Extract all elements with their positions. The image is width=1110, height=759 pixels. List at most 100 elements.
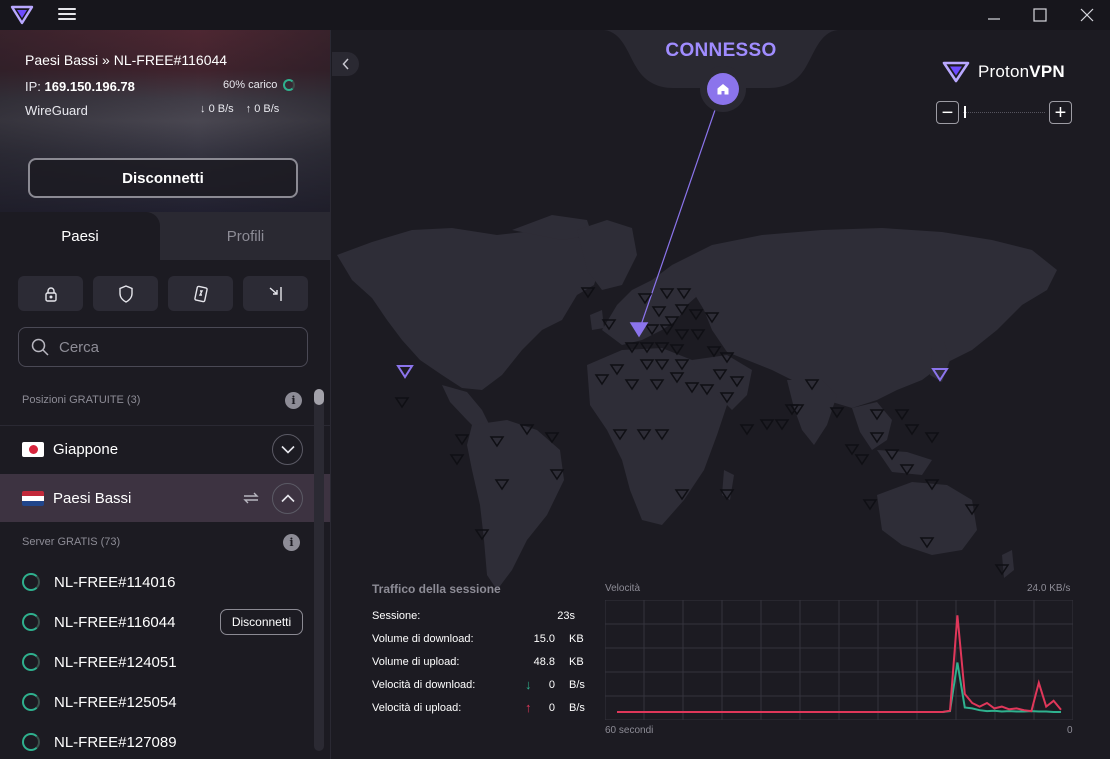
country-name: Paesi Bassi: [53, 489, 132, 507]
tab-profiles[interactable]: Profili: [160, 212, 330, 260]
stat-unit: KB: [569, 633, 584, 645]
arrow-to-bar-icon: [269, 286, 282, 301]
chart-x-left-label: 60 secondi: [605, 725, 654, 736]
search-input[interactable]: [59, 338, 289, 356]
search-icon: [31, 338, 49, 356]
server-row[interactable]: NL-FREE#114016: [0, 562, 312, 602]
arrow-down-icon: ↓: [200, 103, 206, 115]
server-row[interactable]: NL-FREE#125054: [0, 682, 312, 722]
map-marker[interactable]: [894, 409, 910, 421]
chevron-down-icon: [280, 445, 295, 454]
country-name: Giappone: [53, 441, 119, 458]
zoom-out-button[interactable]: −: [936, 101, 959, 124]
ip-label: IP:: [25, 79, 41, 94]
maximize-button[interactable]: [1017, 0, 1063, 30]
map-marker-free[interactable]: [396, 365, 414, 379]
chevron-left-icon: [341, 58, 349, 70]
scrollbar-track[interactable]: [314, 389, 324, 751]
scrollbar-thumb[interactable]: [314, 389, 324, 405]
proton-logo-icon: [10, 4, 34, 26]
stat-label: Volume di download:: [372, 633, 474, 645]
map-marker[interactable]: [706, 346, 722, 358]
map-marker[interactable]: [449, 454, 465, 466]
disconnect-button[interactable]: Disconnetti: [28, 158, 298, 198]
chevron-up-icon: [280, 493, 295, 502]
connection-ip: IP: 169.150.196.78: [25, 79, 135, 94]
collapse-button[interactable]: [272, 482, 303, 514]
info-icon[interactable]: i: [285, 392, 302, 409]
filter-secure-core-button[interactable]: [18, 276, 83, 311]
stat-value: 23s: [557, 610, 575, 622]
filter-p2p-button[interactable]: [168, 276, 233, 311]
protocol-label: WireGuard: [25, 103, 88, 118]
map-marker[interactable]: [759, 419, 775, 431]
map-marker[interactable]: [854, 454, 870, 466]
map-marker[interactable]: [844, 444, 860, 456]
expand-button[interactable]: [272, 434, 303, 465]
stat-unit: B/s: [569, 702, 585, 714]
free-locations-label: Posizioni GRATUITE (3): [22, 394, 141, 406]
load-ring-icon: [283, 79, 296, 91]
session-title: Traffico della sessione: [372, 582, 501, 596]
map-marker[interactable]: [674, 329, 690, 341]
map-marker[interactable]: [454, 434, 470, 446]
collapse-sidebar-button[interactable]: [332, 52, 359, 76]
country-row-japan[interactable]: Giappone: [0, 425, 330, 473]
country-row-netherlands[interactable]: Paesi Bassi: [0, 474, 330, 522]
stat-value: 0: [548, 679, 555, 691]
map-marker[interactable]: [688, 309, 704, 321]
filter-split-tunnel-button[interactable]: [243, 276, 308, 311]
stat-label: Volume di upload:: [372, 656, 460, 668]
map-marker[interactable]: [829, 407, 845, 419]
zoom-slider-thumb[interactable]: [964, 106, 966, 118]
stat-value: 0: [548, 702, 555, 714]
zoom-slider-track[interactable]: [963, 112, 1045, 113]
server-load-icon: [22, 613, 40, 631]
map-marker[interactable]: [924, 432, 940, 444]
filter-netshield-button[interactable]: [93, 276, 158, 311]
server-disconnect-button[interactable]: Disconnetti: [220, 609, 303, 635]
server-load-icon: [22, 733, 40, 751]
tab-countries[interactable]: Paesi: [0, 212, 160, 260]
info-icon[interactable]: i: [283, 534, 300, 551]
map-marker[interactable]: [904, 424, 920, 436]
home-icon: [717, 84, 729, 95]
brand-text: ProtonVPN: [978, 62, 1065, 81]
server-row[interactable]: NL-FREE#124051: [0, 642, 312, 682]
maximize-icon: [1033, 8, 1047, 22]
shield-icon: [118, 284, 133, 303]
filter-buttons: [18, 276, 308, 311]
download-rate: ↓ 0 B/s: [200, 103, 234, 115]
zoom-in-button[interactable]: +: [1049, 101, 1072, 124]
server-row[interactable]: NL-FREE#116044 Disconnetti: [0, 602, 312, 642]
map-marker[interactable]: [739, 424, 755, 436]
stat-label: Sessione:: [372, 610, 421, 622]
switch-server-icon[interactable]: [242, 490, 260, 506]
map-marker[interactable]: [862, 499, 878, 511]
stat-label: Velocità di download:: [372, 679, 476, 691]
chart-title: Velocità: [605, 583, 641, 594]
server-name: NL-FREE#114016: [54, 573, 176, 591]
japan-flag-icon: [22, 442, 44, 457]
sidebar: Paesi Bassi » NL-FREE#116044 IP: 169.150…: [0, 30, 331, 759]
map-marker[interactable]: [394, 397, 410, 409]
close-button[interactable]: [1064, 0, 1110, 30]
hamburger-menu-icon[interactable]: [56, 5, 78, 25]
map-marker[interactable]: [580, 287, 596, 299]
map-marker[interactable]: [774, 419, 790, 431]
map-marker[interactable]: [690, 329, 706, 341]
server-row[interactable]: NL-FREE#127089: [0, 722, 312, 759]
connection-status: CONNESSO: [665, 40, 777, 61]
stat-label: Velocità di upload:: [372, 702, 462, 714]
minimize-icon: [988, 18, 1000, 20]
home-location-button[interactable]: [700, 66, 746, 112]
stat-unit: B/s: [569, 679, 585, 691]
p2p-icon: [193, 285, 208, 302]
server-load: 60% carico: [223, 79, 296, 91]
title-bar: [0, 0, 1110, 30]
server-name: NL-FREE#116044: [54, 613, 176, 631]
server-name: NL-FREE#124051: [54, 653, 177, 671]
arrow-up-icon: ↑: [245, 103, 252, 115]
minimize-button[interactable]: [971, 0, 1017, 30]
server-load-icon: [22, 573, 40, 591]
